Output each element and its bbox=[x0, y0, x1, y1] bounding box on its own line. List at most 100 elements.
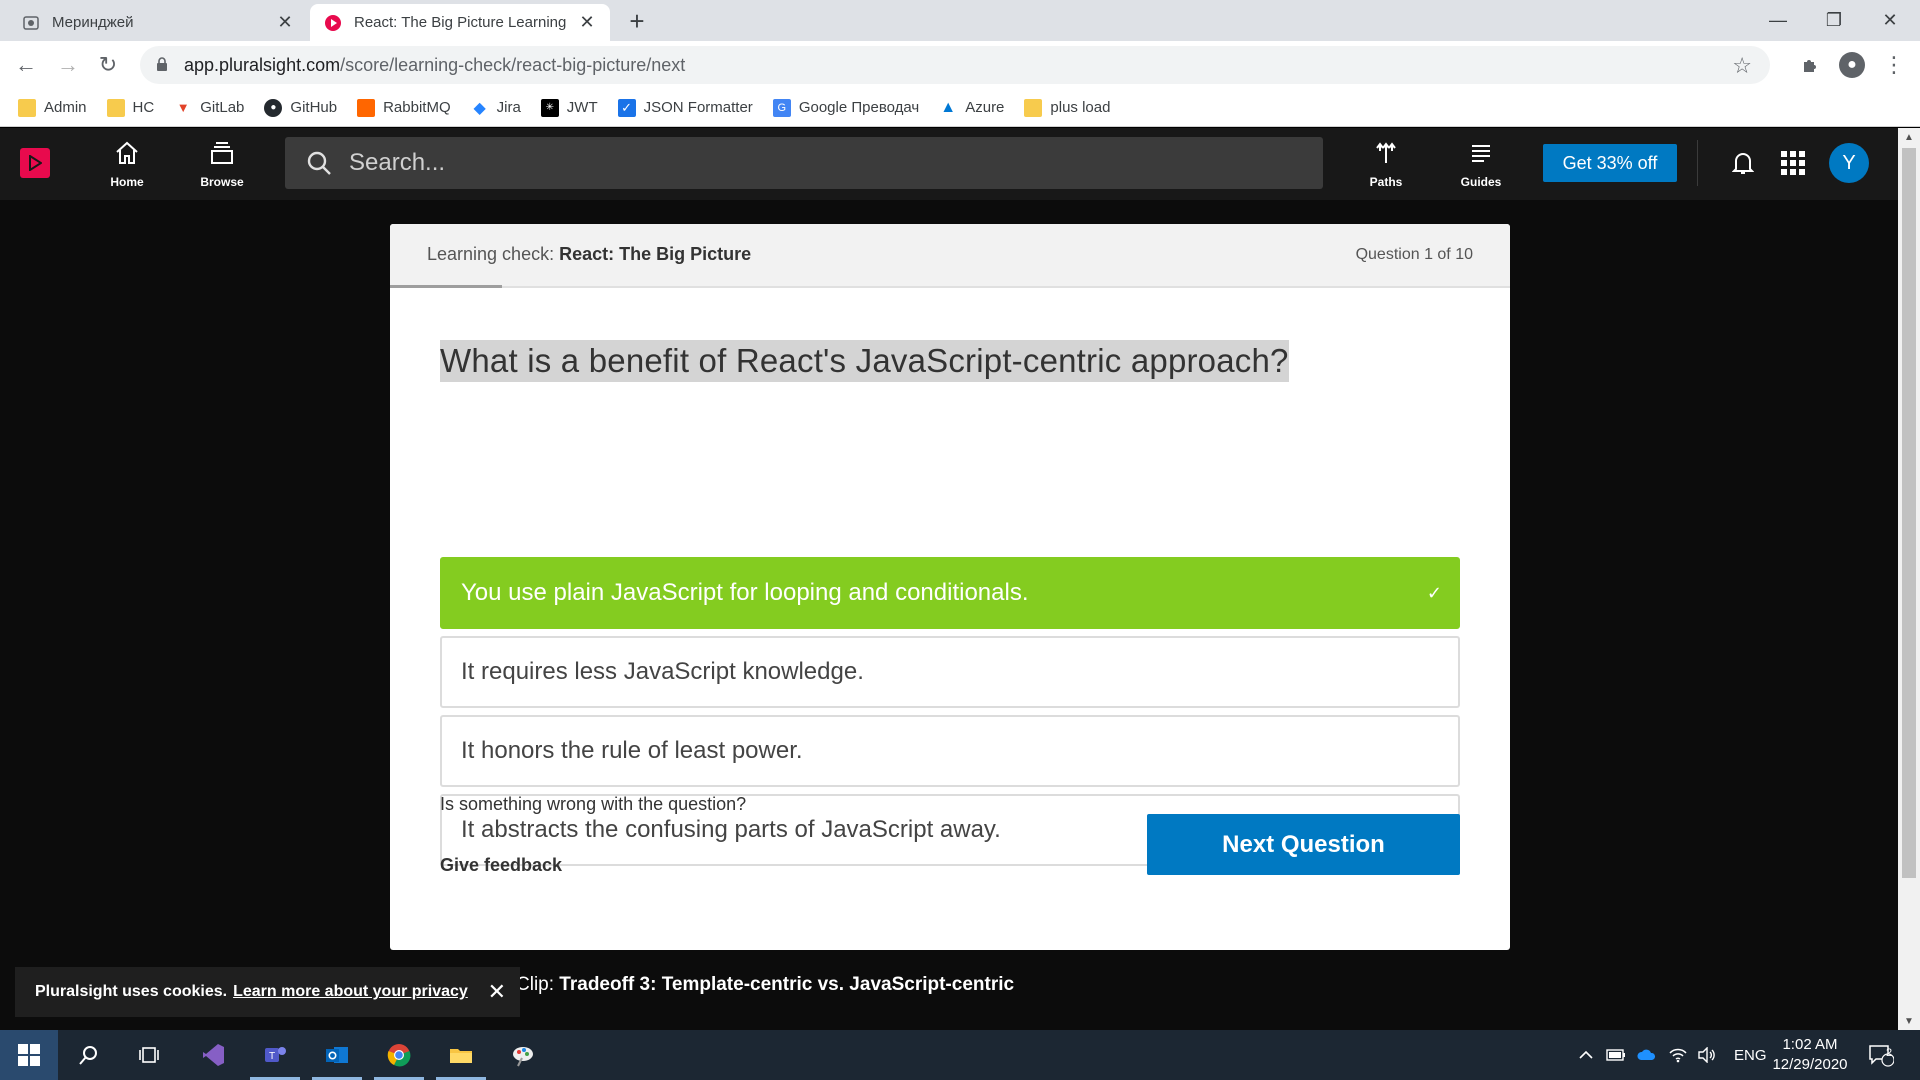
new-tab-button[interactable]: + bbox=[622, 6, 652, 36]
apps-grid-icon[interactable] bbox=[1778, 148, 1808, 178]
menu-kebab-icon[interactable]: ⋮ bbox=[1878, 49, 1910, 81]
browser-toolbar: ← → ↻ app.pluralsight.com /score/learnin… bbox=[0, 41, 1920, 89]
scroll-up-icon[interactable]: ▲ bbox=[1898, 128, 1920, 146]
volume-icon[interactable] bbox=[1697, 1030, 1717, 1080]
close-tab-icon[interactable]: ✕ bbox=[578, 12, 596, 32]
reload-icon[interactable]: ↻ bbox=[92, 49, 124, 81]
show-hidden-icons-icon[interactable] bbox=[1578, 1030, 1594, 1080]
page-scrollbar[interactable]: ▲ ▼ bbox=[1898, 128, 1920, 1030]
next-question-button[interactable]: Next Question bbox=[1147, 814, 1460, 875]
minimize-icon[interactable]: — bbox=[1748, 0, 1808, 41]
nav-guides[interactable]: Guides bbox=[1446, 138, 1516, 190]
promo-button[interactable]: Get 33% off bbox=[1543, 144, 1677, 182]
bookmark-hc[interactable]: HC bbox=[106, 98, 155, 117]
restore-icon[interactable]: ❐ bbox=[1804, 0, 1864, 41]
clip-name: Tradeoff 3: Template-centric vs. JavaScr… bbox=[559, 974, 1015, 995]
back-icon[interactable]: ← bbox=[10, 49, 42, 81]
app-header: Home Browse Search... Paths Guides Get 3… bbox=[0, 128, 1898, 200]
nav-label: Guides bbox=[1460, 175, 1502, 189]
teams-icon[interactable]: T bbox=[246, 1030, 304, 1080]
answer-option[interactable]: It requires less JavaScript knowledge. bbox=[440, 636, 1460, 708]
address-bar[interactable]: app.pluralsight.com /score/learning-chec… bbox=[140, 46, 1770, 84]
battery-icon[interactable] bbox=[1606, 1030, 1626, 1080]
guides-icon bbox=[1467, 139, 1495, 172]
nav-paths[interactable]: Paths bbox=[1351, 138, 1421, 190]
notifications-icon[interactable]: 2 bbox=[1868, 1030, 1894, 1080]
answer-option[interactable]: It honors the rule of least power. bbox=[440, 715, 1460, 787]
visual-studio-icon[interactable] bbox=[184, 1030, 242, 1080]
nav-label: Browse bbox=[200, 175, 244, 189]
notification-count: 2 bbox=[1885, 1047, 1893, 1059]
learning-check-prefix: Learning check: bbox=[427, 244, 560, 264]
answer-option-correct[interactable]: You use plain JavaScript for looping and… bbox=[440, 557, 1460, 629]
tab-title: Меринджей bbox=[52, 14, 134, 31]
give-feedback-link[interactable]: Give feedback bbox=[440, 855, 562, 876]
nav-home[interactable]: Home bbox=[92, 138, 162, 190]
file-explorer-icon[interactable] bbox=[432, 1030, 490, 1080]
bookmark-star-icon[interactable]: ☆ bbox=[1732, 53, 1752, 79]
scroll-down-icon[interactable]: ▼ bbox=[1898, 1012, 1920, 1030]
extensions-icon[interactable] bbox=[1794, 49, 1826, 81]
azure-icon: ▲ bbox=[940, 98, 957, 116]
search-input[interactable]: Search... bbox=[285, 137, 1323, 189]
bookmark-label: Azure bbox=[965, 99, 1005, 116]
bookmark-jira[interactable]: ◆ Jira bbox=[471, 99, 520, 117]
pluralsight-app: Home Browse Search... Paths Guides Get 3… bbox=[0, 128, 1898, 1030]
bookmark-azure[interactable]: ▲ Azure bbox=[939, 99, 1004, 117]
folder-icon bbox=[1024, 98, 1043, 117]
nav-browse[interactable]: Browse bbox=[187, 138, 257, 190]
nav-label: Paths bbox=[1369, 175, 1403, 189]
paint-app-icon[interactable] bbox=[494, 1030, 552, 1080]
system-clock[interactable]: 1:02 AM 12/29/2020 bbox=[1760, 1035, 1860, 1075]
clip-prefix: Clip: bbox=[516, 974, 560, 995]
close-icon[interactable]: ✕ bbox=[488, 979, 506, 1005]
outlook-icon[interactable] bbox=[308, 1030, 366, 1080]
pluralsight-favicon-icon bbox=[324, 14, 342, 32]
bookmark-label: HC bbox=[132, 99, 155, 116]
google-translate-icon: G bbox=[772, 98, 791, 117]
scrollbar-thumb[interactable] bbox=[1902, 148, 1916, 878]
cookie-banner: Pluralsight uses cookies. Learn more abo… bbox=[15, 967, 520, 1017]
wifi-icon[interactable] bbox=[1668, 1030, 1688, 1080]
onedrive-icon[interactable] bbox=[1636, 1030, 1658, 1080]
learning-check-title: Learning check: React: The Big Picture bbox=[427, 244, 751, 265]
bookmark-plus-load[interactable]: plus load bbox=[1024, 98, 1110, 117]
clip-title: Clip: Tradeoff 3: Template-centric vs. J… bbox=[516, 974, 1014, 996]
close-tab-icon[interactable]: ✕ bbox=[276, 12, 294, 32]
bookmark-label: JWT bbox=[566, 99, 598, 116]
browser-tab-inactive[interactable]: Меринджей ✕ bbox=[8, 4, 308, 41]
task-view-icon[interactable] bbox=[120, 1030, 178, 1080]
search-icon bbox=[305, 149, 333, 177]
folder-icon bbox=[18, 98, 36, 117]
profile-icon[interactable]: ● bbox=[1836, 49, 1868, 81]
browse-icon bbox=[208, 139, 236, 172]
bookmark-rabbitmq[interactable]: RabbitMQ bbox=[357, 98, 451, 117]
question-text: What is a benefit of React's JavaScript-… bbox=[440, 340, 1289, 382]
bookmark-admin[interactable]: Admin bbox=[18, 98, 87, 117]
bookmark-gitlab[interactable]: ▼ GitLab bbox=[174, 99, 245, 117]
bookmark-json-formatter[interactable]: ✓ JSON Formatter bbox=[617, 98, 753, 117]
nav-label: Home bbox=[110, 175, 144, 189]
bookmark-github[interactable]: ● GitHub bbox=[264, 98, 337, 117]
windows-start-icon[interactable] bbox=[0, 1030, 58, 1080]
pluralsight-logo-icon[interactable] bbox=[20, 148, 50, 178]
forward-icon[interactable]: → bbox=[52, 49, 84, 81]
privacy-link[interactable]: Learn more about your privacy bbox=[233, 983, 468, 1001]
answer-text: It honors the rule of least power. bbox=[461, 737, 803, 764]
clock-date: 12/29/2020 bbox=[1772, 1056, 1848, 1073]
course-name: React: The Big Picture bbox=[559, 244, 752, 264]
json-formatter-icon: ✓ bbox=[617, 98, 636, 117]
answer-text: It abstracts the confusing parts of Java… bbox=[461, 816, 1001, 843]
close-window-icon[interactable]: ✕ bbox=[1860, 0, 1920, 41]
search-icon[interactable] bbox=[60, 1030, 118, 1080]
bookmark-label: Admin bbox=[44, 99, 87, 116]
jira-icon: ◆ bbox=[473, 99, 486, 117]
chrome-icon[interactable] bbox=[370, 1030, 428, 1080]
bookmark-jwt[interactable]: ✳ JWT bbox=[540, 98, 598, 117]
bookmark-google-translate[interactable]: G Google Преводач bbox=[772, 98, 919, 117]
browser-tab-active[interactable]: React: The Big Picture Learning C ✕ bbox=[310, 4, 610, 41]
tab-title: React: The Big Picture Learning C bbox=[354, 14, 570, 31]
avatar[interactable]: Y bbox=[1829, 143, 1869, 183]
bell-icon[interactable] bbox=[1728, 148, 1758, 178]
answer-text: You use plain JavaScript for looping and… bbox=[461, 579, 1029, 606]
